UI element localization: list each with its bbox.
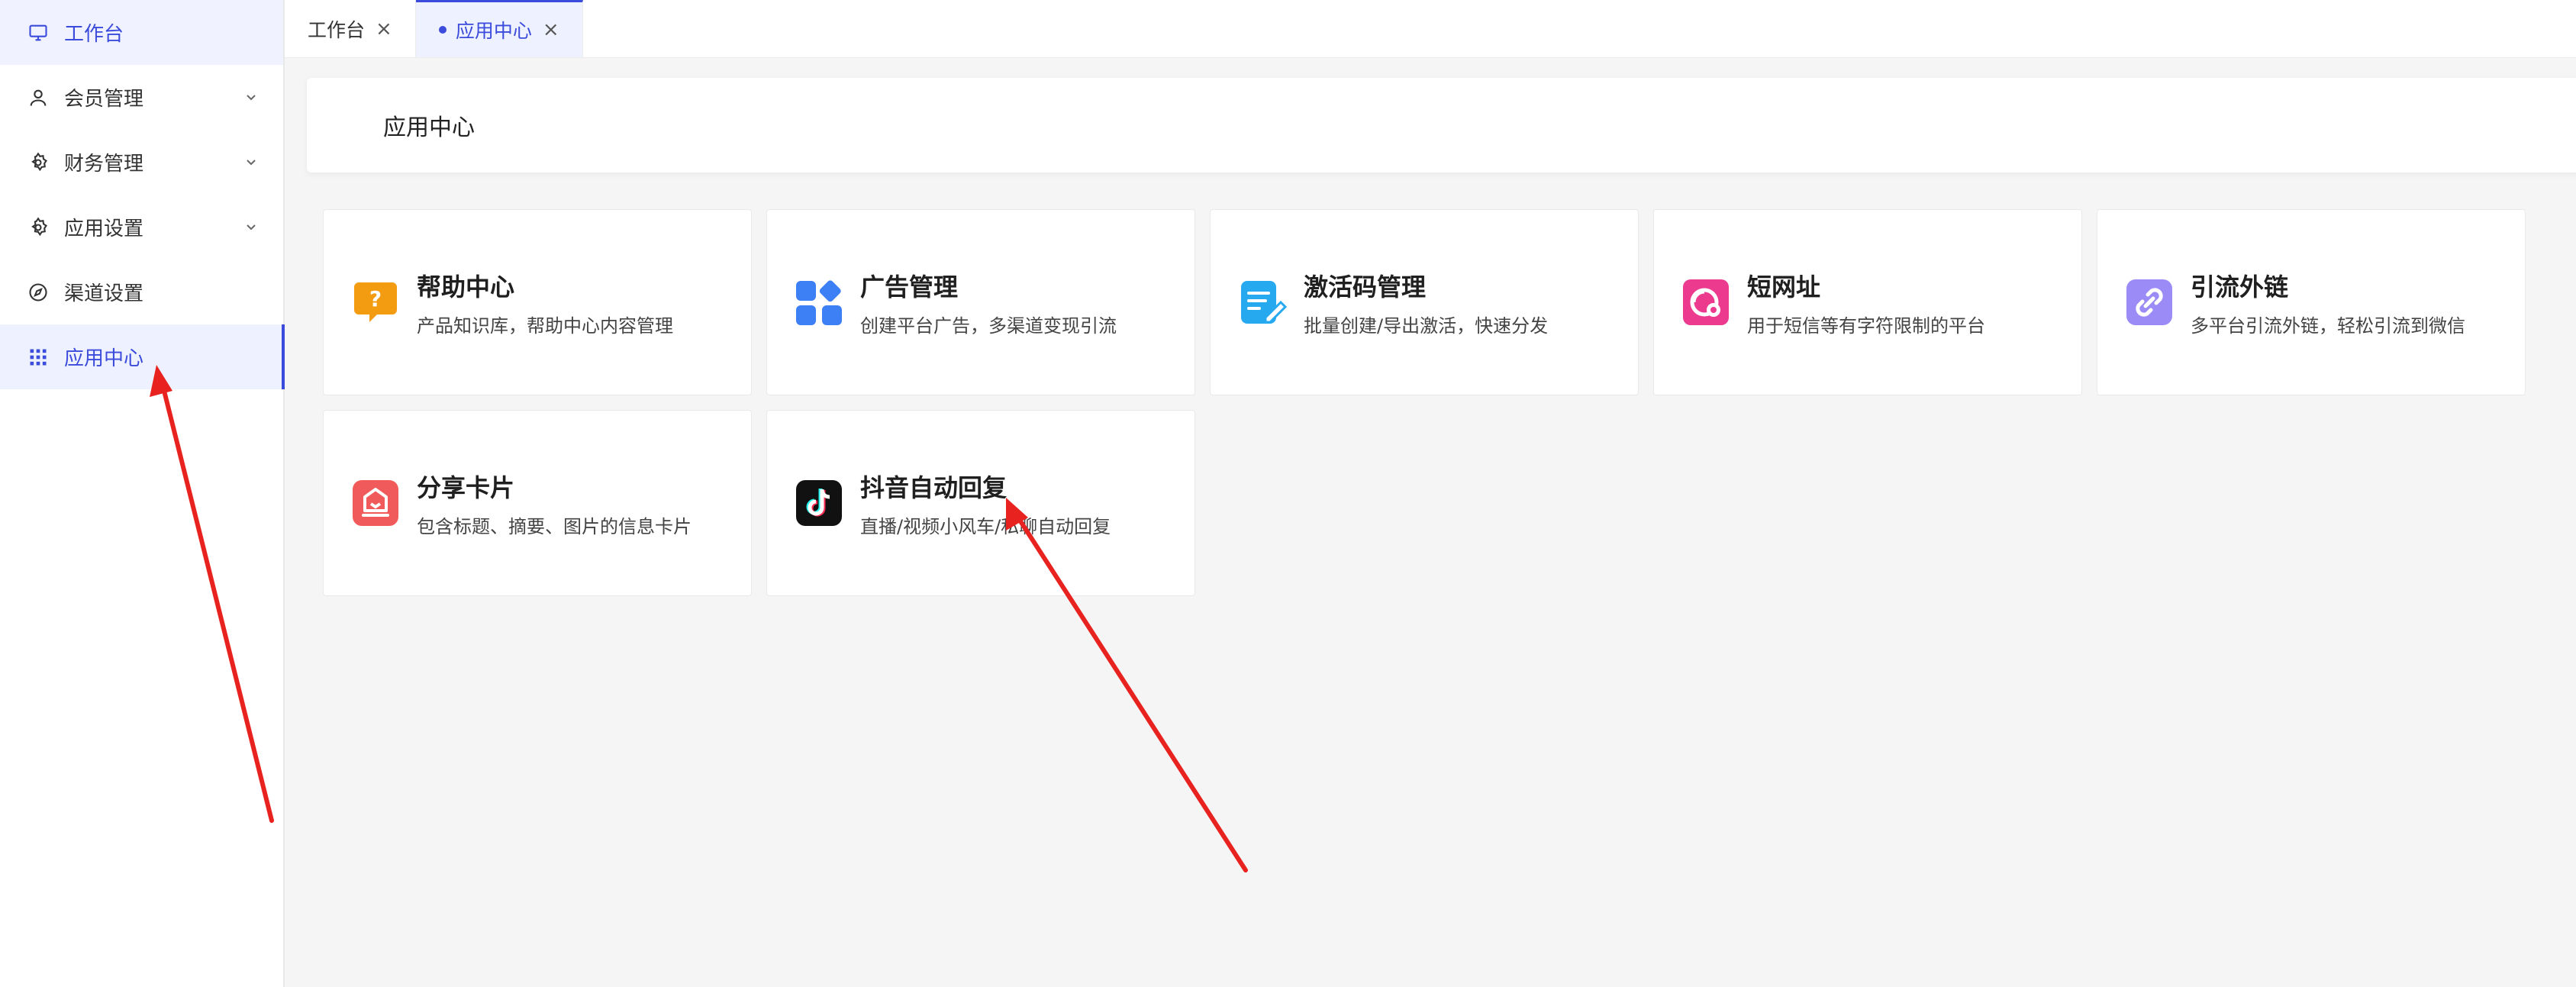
sidebar-item-label: 应用中心 xyxy=(64,347,144,370)
sidebar-item-app-settings[interactable]: 应用设置 xyxy=(0,195,283,260)
help-bubble-icon: ? xyxy=(351,278,400,327)
app-card-desc: 直播/视频小风车/私聊自动回复 xyxy=(860,515,1111,537)
page-title-panel: 应用中心 xyxy=(307,78,2576,173)
tab-label: 工作台 xyxy=(308,18,366,41)
gear-icon xyxy=(27,216,49,238)
apps-blocks-icon xyxy=(795,278,843,327)
app-card-title: 激活码管理 xyxy=(1304,272,1427,302)
app-card-desc: 创建平台广告，多渠道变现引流 xyxy=(860,314,1117,337)
tiktok-icon xyxy=(795,479,843,527)
tab-bar: 工作台 × 应用中心 × xyxy=(285,0,2576,58)
tab-workbench[interactable]: 工作台 × xyxy=(285,0,416,57)
compass-icon xyxy=(27,282,49,303)
sidebar-item-label: 财务管理 xyxy=(64,153,144,176)
app-card-title: 帮助中心 xyxy=(417,272,515,302)
sidebar: 工作台 会员管理 财务管理 应用设置 渠道设置 应用中心 xyxy=(0,0,285,987)
sidebar-item-label: 渠道设置 xyxy=(64,282,144,305)
sidebar-item-channels[interactable]: 渠道设置 xyxy=(0,260,283,324)
gear-icon xyxy=(27,151,49,173)
chevron-down-icon xyxy=(247,224,256,230)
chevron-down-icon xyxy=(247,159,256,165)
app-card-short-url[interactable]: 短网址 用于短信等有字符限制的平台 xyxy=(1653,209,2082,395)
share-card-icon xyxy=(351,479,400,527)
app-card-desc: 用于短信等有字符限制的平台 xyxy=(1747,314,1985,337)
app-card-desc: 产品知识库，帮助中心内容管理 xyxy=(417,314,673,337)
app-card-help-center[interactable]: ? 帮助中心 产品知识库，帮助中心内容管理 xyxy=(323,209,752,395)
grid-icon xyxy=(27,347,49,368)
chevron-down-icon xyxy=(247,94,256,100)
sidebar-item-label: 工作台 xyxy=(64,23,124,46)
app-card-desc: 多平台引流外链，轻松引流到微信 xyxy=(2191,314,2465,337)
app-card-title: 引流外链 xyxy=(2191,272,2289,302)
link-gear-icon xyxy=(1681,278,1730,327)
app-card-title: 广告管理 xyxy=(860,272,959,302)
svg-text:?: ? xyxy=(369,286,382,311)
monitor-icon xyxy=(27,22,49,44)
user-icon xyxy=(27,87,49,108)
tab-label: 应用中心 xyxy=(455,20,532,42)
sidebar-item-finance[interactable]: 财务管理 xyxy=(0,130,283,195)
app-card-ad-management[interactable]: 广告管理 创建平台广告，多渠道变现引流 xyxy=(766,209,1195,395)
app-card-activation-code[interactable]: 激活码管理 批量创建/导出激活，快速分发 xyxy=(1210,209,1639,395)
app-root: 工作台 会员管理 财务管理 应用设置 渠道设置 应用中心 工作台 × 应用中心 … xyxy=(0,0,2576,987)
active-dot xyxy=(438,26,447,34)
sidebar-item-label: 应用设置 xyxy=(64,218,144,240)
tab-app-center[interactable]: 应用中心 × xyxy=(415,0,583,57)
sidebar-item-workbench[interactable]: 工作台 xyxy=(0,0,283,65)
sidebar-item-app-center[interactable]: 应用中心 xyxy=(0,324,285,389)
sidebar-item-label: 会员管理 xyxy=(64,88,144,111)
sidebar-item-members[interactable]: 会员管理 xyxy=(0,65,283,130)
app-card-title: 分享卡片 xyxy=(417,473,515,502)
page-title: 应用中心 xyxy=(383,115,475,141)
edit-doc-icon xyxy=(1238,278,1287,327)
app-card-title: 短网址 xyxy=(1747,272,1821,302)
app-card-share-card[interactable]: 分享卡片 包含标题、摘要、图片的信息卡片 xyxy=(323,410,752,596)
app-card-external-link[interactable]: 引流外链 多平台引流外链，轻松引流到微信 xyxy=(2097,209,2526,395)
app-card-douyin-auto-reply[interactable]: 抖音自动回复 直播/视频小风车/私聊自动回复 xyxy=(766,410,1195,596)
close-icon[interactable]: × xyxy=(543,18,559,41)
app-card-desc: 批量创建/导出激活，快速分发 xyxy=(1304,314,1549,337)
chain-link-icon xyxy=(2125,278,2174,327)
close-icon[interactable]: × xyxy=(376,18,392,40)
app-card-title: 抖音自动回复 xyxy=(860,473,1008,502)
app-card-desc: 包含标题、摘要、图片的信息卡片 xyxy=(417,515,692,537)
